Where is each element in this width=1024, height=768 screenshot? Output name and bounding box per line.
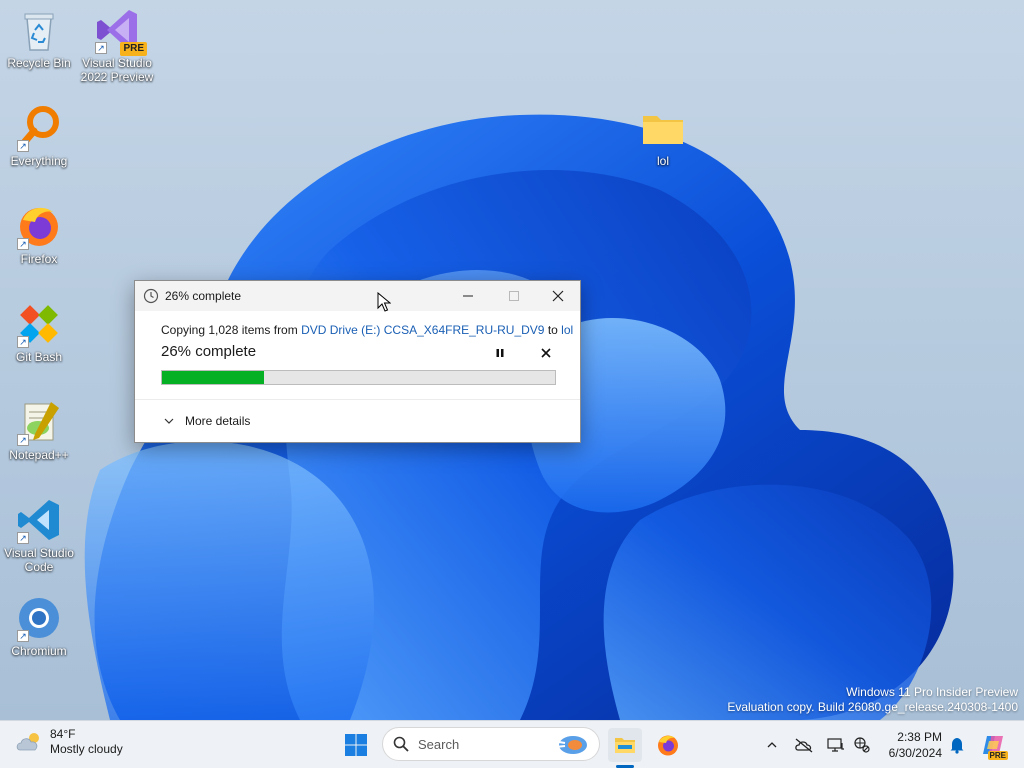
copy-description: Copying 1,028 items from DVD Drive (E:) … <box>161 323 573 337</box>
start-button[interactable] <box>339 728 373 762</box>
copy-prefix: Copying 1,028 items from <box>161 323 298 337</box>
desktop-icon-label: Notepad++ <box>9 448 69 462</box>
progress-fill <box>162 371 265 384</box>
taskbar-clock[interactable]: 2:38 PM 6/30/2024 <box>880 729 942 761</box>
everything-search-icon: ↗ <box>15 104 63 152</box>
notepad-plus-plus-icon: ↗ <box>15 398 63 446</box>
file-explorer-icon <box>615 738 635 753</box>
copilot-preview-badge: PRE <box>987 751 1008 760</box>
evaluation-watermark: Windows 11 Pro Insider Preview Evaluatio… <box>727 685 1018 715</box>
pause-icon <box>496 349 504 357</box>
search-icon <box>393 736 409 752</box>
desktop-icon-firefox[interactable]: ↗ Firefox <box>0 202 78 266</box>
recycle-bin-icon <box>15 6 63 54</box>
show-hidden-icons-button[interactable] <box>761 734 783 756</box>
weather-condition: Mostly cloudy <box>50 742 123 756</box>
desktop-icon-chromium[interactable]: ↗ Chromium <box>0 594 78 658</box>
network-status[interactable] <box>851 734 873 756</box>
more-details-toggle[interactable]: More details <box>163 414 250 428</box>
close-button[interactable] <box>535 281 581 311</box>
taskbar-firefox[interactable] <box>651 728 685 762</box>
copy-progress-bar <box>161 370 556 385</box>
onedrive-status[interactable] <box>793 734 815 756</box>
more-details-label: More details <box>185 414 251 428</box>
shortcut-arrow-icon: ↗ <box>17 140 29 152</box>
cloud-icon <box>16 733 39 751</box>
notifications-button[interactable] <box>946 734 968 756</box>
weather-temperature: 84°F <box>50 727 76 741</box>
minimize-button[interactable] <box>445 281 491 311</box>
start-icon <box>345 734 367 756</box>
source-link[interactable]: DVD Drive (E:) CCSA_X64FRE_RU-RU_DV9 <box>301 323 544 337</box>
desktop-icon-git-bash[interactable]: ↗ Git Bash <box>0 300 78 364</box>
preview-badge: PRE <box>120 42 147 56</box>
bell-icon <box>950 738 964 754</box>
visual-studio-preview-icon: PRE ↗ <box>93 6 147 56</box>
dialog-divider <box>135 399 580 400</box>
git-bash-icon: ↗ <box>15 300 63 348</box>
destination-link[interactable]: lol <box>561 323 573 337</box>
vscode-icon: ↗ <box>15 496 63 544</box>
desktop-icon-recycle-bin[interactable]: Recycle Bin <box>0 6 78 70</box>
cancel-copy-button[interactable] <box>537 344 555 362</box>
folder-icon <box>639 104 687 152</box>
dialog-title: 26% complete <box>165 289 242 303</box>
dialog-title-bar[interactable]: 26% complete <box>135 281 580 311</box>
shortcut-arrow-icon: ↗ <box>95 42 107 54</box>
taskbar-file-explorer[interactable] <box>608 728 642 762</box>
mouse-pointer-icon <box>377 292 391 312</box>
shortcut-arrow-icon: ↗ <box>17 434 29 446</box>
close-icon <box>541 348 551 358</box>
desktop-icon-label: Git Bash <box>15 350 63 364</box>
copy-progress-dialog: 26% complete Copying 1,028 items from DV… <box>134 280 581 443</box>
search-highlight-icon <box>552 736 587 754</box>
desktop-icon-label: Everything <box>10 154 68 168</box>
maximize-button[interactable] <box>491 281 537 311</box>
desktop-icon-everything[interactable]: ↗ Everything <box>0 104 78 168</box>
desktop-icon-label: Chromium <box>11 644 67 658</box>
close-icon <box>552 290 564 302</box>
shortcut-arrow-icon: ↗ <box>17 630 29 642</box>
onedrive-off-icon <box>795 738 813 753</box>
desktop-icon-label: Visual Studio Code <box>4 546 74 574</box>
shortcut-arrow-icon: ↗ <box>17 336 29 348</box>
display-icon <box>827 738 844 752</box>
search-placeholder: Search <box>418 736 460 752</box>
desktop-icon-vscode[interactable]: ↗ Visual Studio Code <box>0 496 78 574</box>
shortcut-arrow-icon: ↗ <box>17 238 29 250</box>
desktop-icon-label: Visual Studio 2022 Preview <box>80 56 154 84</box>
pause-button[interactable] <box>491 344 509 362</box>
desktop-icon-notepad-plus-plus[interactable]: ↗ Notepad++ <box>0 398 78 462</box>
weather-widget[interactable]: 84°F Mostly cloudy <box>14 727 123 757</box>
chevron-up-icon <box>767 742 777 748</box>
to-word: to <box>547 323 558 337</box>
desktop-icon-label: lol <box>656 154 669 168</box>
clock-icon <box>143 288 159 304</box>
progress-status: 26% complete <box>161 343 257 360</box>
desktop-icon-label: Recycle Bin <box>7 56 71 70</box>
desktop-icon-lol-folder[interactable]: lol <box>624 104 702 168</box>
maximize-icon <box>509 291 519 301</box>
desktop-icon-visual-studio-preview[interactable]: PRE ↗ Visual Studio 2022 Preview <box>78 6 156 84</box>
display-status[interactable] <box>825 734 847 756</box>
clock-time: 2:38 PM <box>897 730 942 744</box>
copilot-button[interactable]: PRE <box>980 732 1008 760</box>
chromium-icon: ↗ <box>15 594 63 642</box>
chevron-down-icon <box>164 418 174 424</box>
firefox-icon <box>658 735 678 756</box>
taskbar: 84°F Mostly cloudy Search 2:38 PM 6/30/2… <box>0 720 1024 768</box>
watermark-line-2: Evaluation copy. Build 26080.ge_release.… <box>727 700 1018 714</box>
minimize-icon <box>463 295 473 297</box>
network-icon <box>854 737 870 753</box>
desktop-icon-label: Firefox <box>20 252 58 266</box>
shortcut-arrow-icon: ↗ <box>17 532 29 544</box>
firefox-icon: ↗ <box>15 202 63 250</box>
taskbar-search[interactable]: Search <box>382 727 600 761</box>
watermark-line-1: Windows 11 Pro Insider Preview <box>846 685 1018 699</box>
clock-date: 6/30/2024 <box>888 746 942 760</box>
